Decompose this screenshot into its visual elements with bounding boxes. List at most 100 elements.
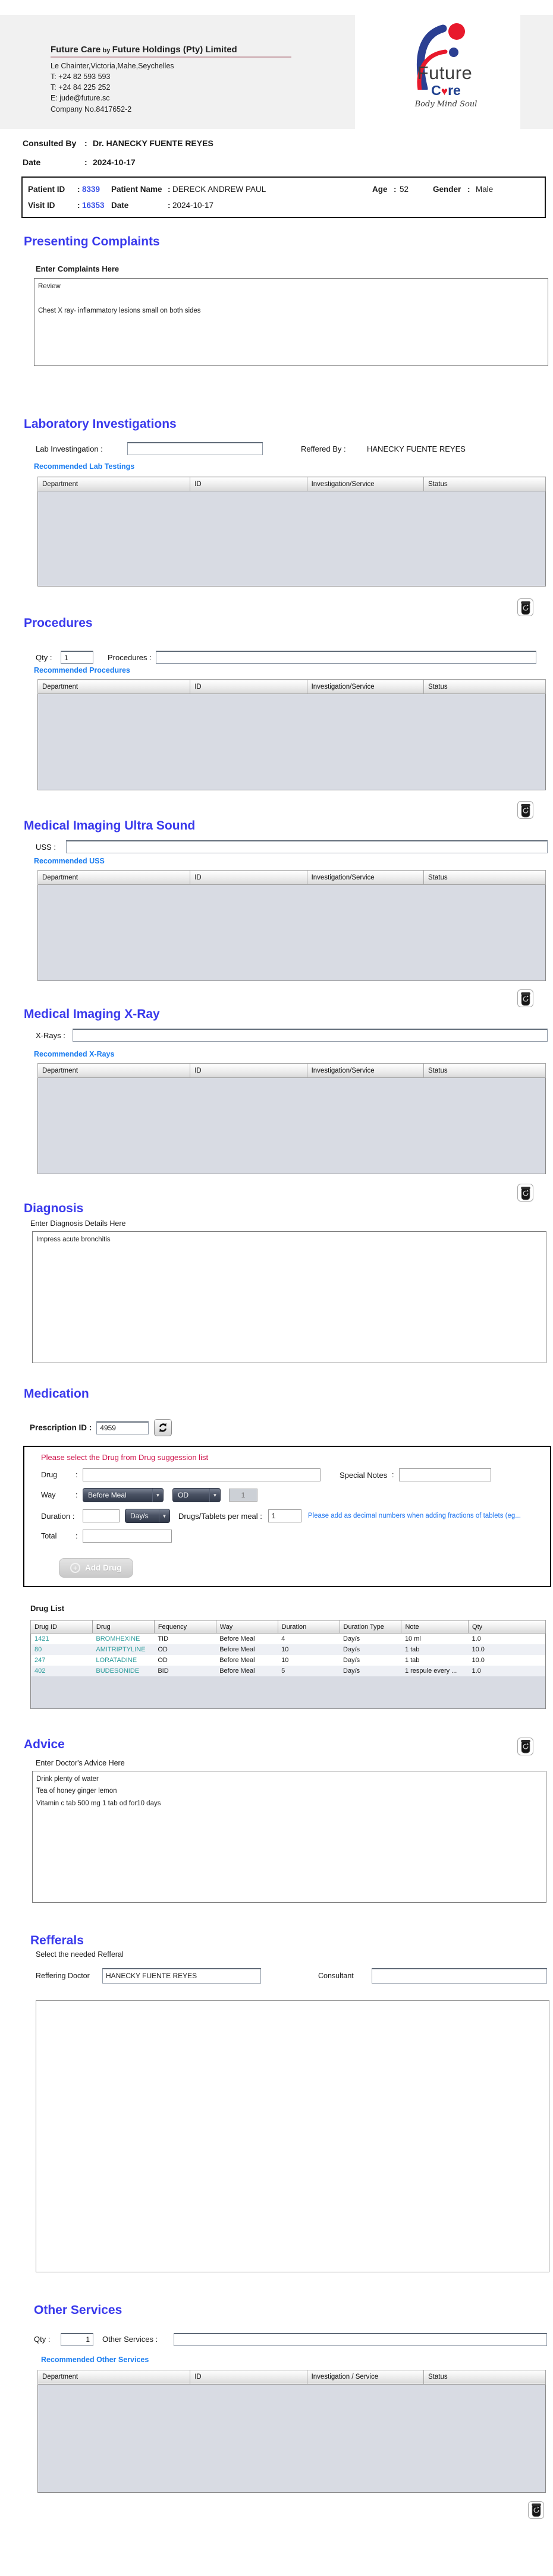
drug-id[interactable]: 80 <box>31 1644 93 1655</box>
col-qty: Qty <box>468 1620 546 1634</box>
total-input[interactable] <box>83 1530 172 1543</box>
drug-way: Before Meal <box>219 1667 255 1675</box>
other-services-table: Department ID Investigation / Service St… <box>37 2369 546 2493</box>
drug-name[interactable]: LORATADINE <box>92 1655 154 1666</box>
procedures-delete-row <box>0 801 553 819</box>
patient-name-value: DERECK ANDREW PAUL <box>172 185 266 194</box>
recommended-procedures-link[interactable]: Recommended Procedures <box>34 666 553 674</box>
meal-time-select[interactable]: Before Meal ▼ <box>83 1488 164 1502</box>
procedures-qty-input[interactable] <box>61 651 93 664</box>
drug-id[interactable]: 247 <box>31 1655 93 1666</box>
procedures-delete-button[interactable] <box>517 801 533 819</box>
drug-id[interactable]: 402 <box>31 1666 93 1676</box>
diagnosis-textarea[interactable]: Impress acute bronchitis <box>32 1231 546 1363</box>
uss-input[interactable] <box>66 840 548 853</box>
trash-icon <box>520 992 530 1005</box>
drug-row-4[interactable]: 402 BUDESONIDE BID Before Meal 5 Day/s 1… <box>30 1666 546 1676</box>
referring-doctor-input[interactable] <box>102 1968 261 1984</box>
recommended-xrays-link[interactable]: Recommended X-Rays <box>34 1050 553 1058</box>
empty-row <box>37 693 546 790</box>
col-id: ID <box>190 679 307 694</box>
medication-delete-button[interactable] <box>517 1737 533 1755</box>
recommended-other-services-link[interactable]: Recommended Other Services <box>41 2356 553 2364</box>
company-logo: Future C♥re Body Mind Soul <box>355 15 520 129</box>
col-department: Department <box>37 679 191 694</box>
col-department: Department <box>37 870 191 885</box>
col-duration-type: Duration Type <box>339 1620 402 1634</box>
drug-frequency: BID <box>158 1667 169 1675</box>
other-services-qty-input[interactable] <box>61 2332 93 2346</box>
empty-table-body <box>37 693 546 790</box>
xray-delete-button[interactable] <box>517 1184 533 1202</box>
lab-investigation-input[interactable] <box>127 442 263 455</box>
duration-type-select[interactable]: Day/s ▼ <box>125 1509 170 1523</box>
special-notes-label: Special Notes <box>340 1470 388 1480</box>
advice-textarea[interactable]: Drink plenty of water Tea of honey ginge… <box>32 1770 546 1903</box>
drug-input[interactable] <box>83 1468 321 1481</box>
total-row: Total : <box>41 1530 550 1543</box>
age-label: Age <box>372 185 388 194</box>
drug-row-3[interactable]: 247 LORATADINE OD Before Meal 10 Day/s 1… <box>30 1655 546 1666</box>
drug-list-table: Drug ID Drug Fequency Way Duration Durat… <box>30 1620 546 1709</box>
frequency-select[interactable]: OD ▼ <box>172 1488 221 1502</box>
drug-id[interactable]: 1421 <box>31 1634 93 1645</box>
visit-id-label: Visit ID <box>28 201 55 210</box>
lab-delete-button[interactable] <box>517 598 533 616</box>
drug-row-2[interactable]: 80 AMITRIPTYLINE OD Before Meal 10 Day/s… <box>30 1644 546 1655</box>
trash-icon <box>520 1186 530 1200</box>
prescription-row: Prescription ID : <box>30 1419 553 1436</box>
consult-date-label: Date <box>23 157 41 167</box>
per-meal-input[interactable] <box>268 1509 301 1522</box>
fraction-note: Please add as decimal numbers when addin… <box>307 1512 521 1519</box>
uss-delete-row <box>0 989 553 1007</box>
other-services-delete-button[interactable] <box>528 2501 544 2519</box>
referral-list-box[interactable] <box>36 2000 549 2272</box>
advice-label: Enter Doctor's Advice Here <box>36 1758 125 1767</box>
diagnosis-label: Enter Diagnosis Details Here <box>30 1219 126 1228</box>
drug-row-1[interactable]: 1421 BROMHEXINE TID Before Meal 4 Day/s … <box>30 1633 546 1645</box>
lab-investigation-label: Lab Investingation : <box>36 444 103 453</box>
drug-name[interactable]: BROMHEXINE <box>92 1634 154 1645</box>
complaints-textarea[interactable]: Review Chest X ray- inflammatory lesions… <box>34 278 548 366</box>
company-name: Future Care by Future Holdings (Pty) Lim… <box>51 45 291 58</box>
uss-input-row: USS : <box>36 840 553 853</box>
drug-note: 1 tab <box>404 1657 420 1664</box>
recommended-lab-testings-link[interactable]: Recommended Lab Testings <box>34 462 553 471</box>
recommended-uss-link[interactable]: Recommended USS <box>34 857 553 865</box>
uss-title: Medical Imaging Ultra Sound <box>24 819 196 833</box>
drug-name[interactable]: AMITRIPTYLINE <box>92 1644 154 1655</box>
duration-input[interactable] <box>83 1509 120 1522</box>
other-services-input[interactable] <box>174 2332 547 2346</box>
drug-qty: 1.0 <box>472 1667 481 1675</box>
medication-title: Medication <box>24 1387 89 1401</box>
uss-delete-button[interactable] <box>517 989 533 1007</box>
consultant-input[interactable] <box>372 1968 547 1984</box>
gender-value: Male <box>476 185 494 194</box>
drug-note: 1 tab <box>404 1646 420 1653</box>
procedures-input[interactable] <box>156 651 536 664</box>
drug-name[interactable]: BUDESONIDE <box>92 1666 154 1676</box>
age-value: 52 <box>400 185 409 194</box>
xray-input-row: X-Rays : <box>36 1029 553 1042</box>
refresh-prescription-button[interactable] <box>154 1419 172 1436</box>
colon: : <box>392 1471 394 1479</box>
logo-care-text: C♥re <box>372 83 520 99</box>
col-status: Status <box>423 477 546 491</box>
drug-note: 10 ml <box>404 1635 421 1642</box>
col-investigation-service: Investigation/Service <box>306 870 425 885</box>
special-notes-input[interactable] <box>399 1468 491 1481</box>
prescription-id-input[interactable] <box>96 1421 149 1434</box>
company-name-secondary: Future Holdings (Pty) Limited <box>112 45 237 55</box>
patient-id-value: 8339 <box>82 185 100 194</box>
col-drug-id: Drug ID <box>30 1620 93 1634</box>
drug-list-label: Drug List <box>30 1604 65 1613</box>
refresh-icon <box>159 1423 167 1433</box>
col-investigation-service: Investigation/Service <box>306 679 425 694</box>
table-header-row: Department ID Investigation / Service St… <box>37 2369 546 2385</box>
referred-by-value: HANECKY FUENTE REYES <box>367 444 466 453</box>
xray-table: Department ID Investigation/Service Stat… <box>37 1063 546 1174</box>
add-drug-button[interactable]: + Add Drug <box>59 1558 133 1578</box>
xray-input[interactable] <box>73 1029 548 1042</box>
lab-table: Department ID Investigation/Service Stat… <box>37 477 546 587</box>
drug-suggestion-alert: Please select the Drug from Drug suggess… <box>41 1453 209 1462</box>
